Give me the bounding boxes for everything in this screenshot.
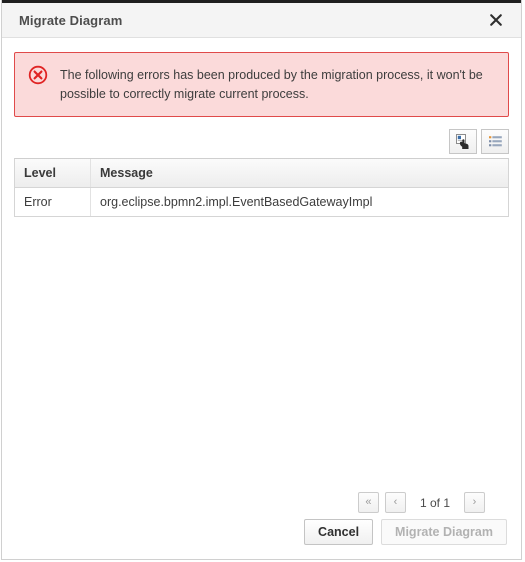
cancel-button[interactable]: Cancel <box>304 519 374 545</box>
list-view-button[interactable] <box>481 129 509 154</box>
dialog-title: Migrate Diagram <box>19 12 123 28</box>
pagination-first-button[interactable]: « <box>357 492 379 513</box>
cell-message: org.eclipse.bpmn2.impl.EventBasedGateway… <box>100 195 373 209</box>
close-icon[interactable] <box>485 9 507 31</box>
pagination: « ‹ 1 of 1 › <box>14 492 509 519</box>
dialog-footer: Cancel Migrate Diagram <box>2 519 521 559</box>
copy-to-clipboard-button[interactable] <box>449 129 477 154</box>
pagination-next-button[interactable]: › <box>464 492 485 513</box>
migrate-diagram-button: Migrate Diagram <box>381 519 507 545</box>
grid-toolbar <box>14 129 509 154</box>
table-row[interactable]: Error org.eclipse.bpmn2.impl.EventBasedG… <box>15 188 508 216</box>
migrate-diagram-dialog: Migrate Diagram The following errors has… <box>1 0 522 560</box>
dialog-body: The following errors has been produced b… <box>2 38 521 519</box>
pagination-status: 1 of 1 <box>419 495 450 510</box>
cell-level: Error <box>15 188 91 216</box>
table-header-row: Level Message <box>15 159 508 188</box>
errors-table: Level Message Error org.eclipse.bpmn2.im… <box>14 158 509 217</box>
error-alert-message: The following errors has been produced b… <box>60 68 483 101</box>
pagination-prev-button[interactable]: ‹ <box>384 492 406 513</box>
error-circle-icon <box>28 65 48 85</box>
column-header-level[interactable]: Level <box>15 159 91 187</box>
column-header-message[interactable]: Message <box>91 159 508 187</box>
dialog-titlebar: Migrate Diagram <box>2 3 521 38</box>
error-alert-banner: The following errors has been produced b… <box>14 52 509 117</box>
